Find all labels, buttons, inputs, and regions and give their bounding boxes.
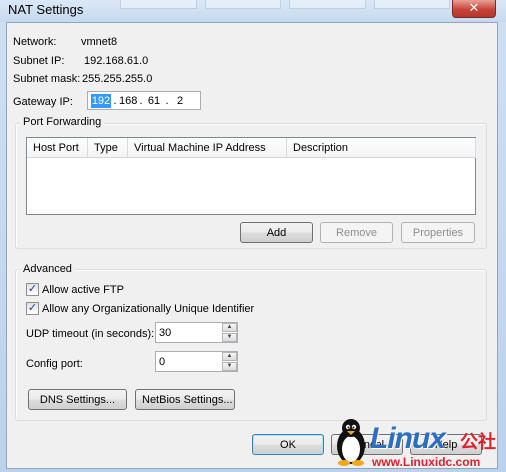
column-host-port[interactable]: Host Port [27,138,88,158]
background-window-tabs [120,0,450,9]
column-vm-ip-address[interactable]: Virtual Machine IP Address [128,138,287,158]
add-button[interactable]: Add [240,222,313,243]
gateway-octet-2[interactable]: 168 [119,94,137,108]
port-forwarding-title: Port Forwarding [20,116,105,129]
watermark-logo: Linux [370,422,446,455]
udp-timeout-value[interactable]: 30 [159,326,171,340]
allow-active-ftp-label: Allow active FTP [42,284,124,296]
remove-button[interactable]: Remove [320,222,393,243]
gateway-ip-label: Gateway IP: [13,96,73,108]
udp-timeout-spinbox[interactable]: 30 ▲ ▼ [155,322,238,343]
column-type[interactable]: Type [88,138,128,158]
list-header: Host Port Type Virtual Machine IP Addres… [27,138,476,158]
properties-button[interactable]: Properties [401,222,475,243]
gateway-ip-input[interactable]: 192 . 168 . 61 . 2 [87,91,201,110]
watermark-url: www.Linuxidc.com [372,455,481,469]
config-port-spinbox[interactable]: 0 ▲ ▼ [155,351,238,372]
subnet-ip-label: Subnet IP: [13,55,65,67]
port-forwarding-list[interactable]: Host Port Type Virtual Machine IP Addres… [26,137,476,215]
subnet-mask-label: Subnet mask: [13,73,81,85]
watermark-cn: 公社 [460,432,496,452]
config-port-value[interactable]: 0 [159,355,165,369]
advanced-title: Advanced [20,263,75,276]
column-description[interactable]: Description [287,138,476,158]
spin-down-icon[interactable]: ▼ [222,362,237,371]
gateway-octet-1[interactable]: 192 [91,93,111,108]
subnet-mask-value: 255.255.255.0 [82,73,153,85]
close-window-button[interactable]: ✕ [452,0,496,18]
udp-timeout-label: UDP timeout (in seconds): [26,328,155,340]
network-label: Network: [13,36,57,48]
dns-settings-button[interactable]: DNS Settings... [28,389,127,410]
allow-oui-checkbox[interactable]: ✓ [26,302,39,315]
gateway-octet-3[interactable]: 61 [145,94,163,108]
ok-button[interactable]: OK [252,434,324,455]
spin-down-icon[interactable]: ▼ [222,333,237,342]
subnet-ip-value: 192.168.61.0 [84,55,149,67]
config-port-label: Config port: [26,358,83,370]
allow-active-ftp-checkbox[interactable]: ✓ [26,283,39,296]
penguin-logo-icon [337,419,365,466]
network-value: vmnet8 [81,36,118,48]
gateway-octet-4[interactable]: 2 [171,94,189,108]
allow-oui-label: Allow any Organizationally Unique Identi… [42,303,255,315]
netbios-settings-button[interactable]: NetBios Settings... [135,389,235,410]
spin-up-icon[interactable]: ▲ [222,323,237,332]
window-title: NAT Settings [8,2,84,17]
spin-up-icon[interactable]: ▲ [222,352,237,361]
